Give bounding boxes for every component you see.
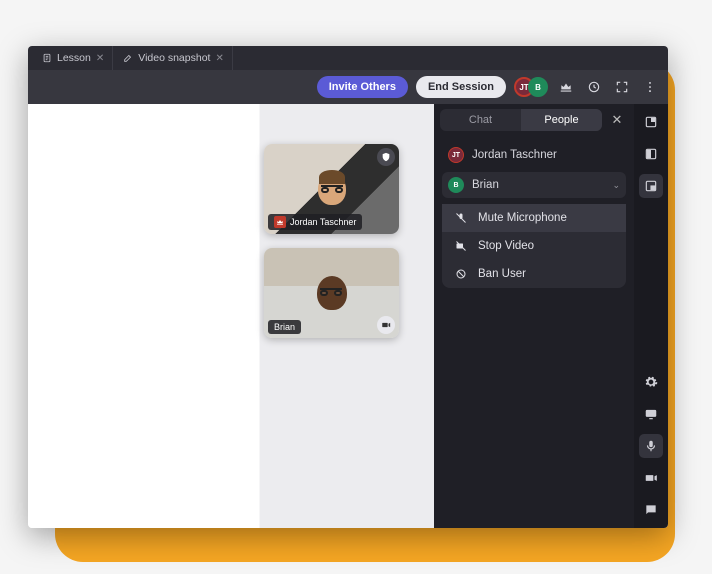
action-label: Mute Microphone <box>478 212 567 224</box>
content-body: Jordan Taschner Brian <box>28 104 668 528</box>
person-figure <box>318 173 346 205</box>
video-name-chip: Jordan Taschner <box>268 214 362 230</box>
tab-video-snapshot[interactable]: Video snapshot ✕ <box>115 46 233 70</box>
camera-icon[interactable] <box>377 316 395 334</box>
participant-row-guest[interactable]: B Brian ⌄ <box>442 172 626 198</box>
camera-icon[interactable] <box>639 466 663 490</box>
host-badge-icon <box>274 216 286 228</box>
tab-people[interactable]: People <box>521 109 602 131</box>
video-tile-guest[interactable]: Brian <box>264 248 399 338</box>
action-stop-video[interactable]: Stop Video <box>442 232 626 260</box>
participant-avatars[interactable]: JT B <box>514 77 548 97</box>
people-panel: Chat People ✕ JT Jordan Taschner B Brian… <box>434 104 634 528</box>
action-label: Ban User <box>478 268 526 280</box>
ban-icon <box>454 268 468 280</box>
close-icon[interactable]: ✕ <box>96 53 104 64</box>
doc-icon <box>42 53 52 63</box>
action-ban-user[interactable]: Ban User <box>442 260 626 288</box>
crown-icon[interactable] <box>556 77 576 97</box>
panel-segment: Chat People <box>440 109 602 131</box>
participant-name: Jordan Taschner <box>290 217 356 227</box>
gear-icon[interactable] <box>639 370 663 394</box>
close-panel-icon[interactable]: ✕ <box>606 112 628 128</box>
action-label: Stop Video <box>478 240 534 252</box>
panel-tabs: Chat People ✕ <box>434 104 634 136</box>
end-session-button[interactable]: End Session <box>416 76 506 98</box>
layout-pip-icon[interactable] <box>639 174 663 198</box>
clock-icon[interactable] <box>584 77 604 97</box>
tab-lesson[interactable]: Lesson ✕ <box>34 46 113 70</box>
participant-list: JT Jordan Taschner B Brian ⌄ <box>434 136 634 204</box>
participant-name: Jordan Taschner <box>472 149 557 161</box>
tab-bar: Lesson ✕ Video snapshot ✕ <box>28 46 668 70</box>
tab-label: Lesson <box>57 52 91 64</box>
video-tile-host[interactable]: Jordan Taschner <box>264 144 399 234</box>
participant-row-host[interactable]: JT Jordan Taschner <box>442 142 626 168</box>
edit-icon <box>123 53 133 63</box>
person-figure <box>317 276 347 310</box>
video-name-chip: Brian <box>268 320 301 334</box>
invite-others-button[interactable]: Invite Others <box>317 76 408 98</box>
chevron-down-icon: ⌄ <box>612 180 620 191</box>
microphone-icon[interactable] <box>639 434 663 458</box>
shield-icon[interactable] <box>377 148 395 166</box>
screenshare-icon[interactable] <box>639 402 663 426</box>
participant-name: Brian <box>472 179 499 191</box>
avatar-host: JT <box>448 147 464 163</box>
mic-off-icon <box>454 212 468 224</box>
tab-chat[interactable]: Chat <box>440 109 521 131</box>
chat-icon[interactable] <box>639 498 663 522</box>
close-icon[interactable]: ✕ <box>215 53 223 64</box>
tab-label: Video snapshot <box>138 52 210 64</box>
more-icon[interactable] <box>640 77 660 97</box>
app-window: Lesson ✕ Video snapshot ✕ Invite Others … <box>28 46 668 528</box>
fullscreen-icon[interactable] <box>612 77 632 97</box>
video-off-icon <box>454 240 468 252</box>
participant-name: Brian <box>274 322 295 332</box>
action-mute-microphone[interactable]: Mute Microphone <box>442 204 626 232</box>
participant-actions: Mute Microphone Stop Video Ban User <box>442 204 626 288</box>
layout-side-icon[interactable] <box>639 142 663 166</box>
video-column: Jordan Taschner Brian <box>264 144 399 338</box>
avatar-guest: B <box>448 177 464 193</box>
avatar-guest: B <box>528 77 548 97</box>
session-toolbar: Invite Others End Session JT B <box>28 70 668 104</box>
whiteboard-canvas[interactable]: Jordan Taschner Brian <box>28 104 434 528</box>
right-rail <box>634 104 668 528</box>
layout-grid-icon[interactable] <box>639 110 663 134</box>
